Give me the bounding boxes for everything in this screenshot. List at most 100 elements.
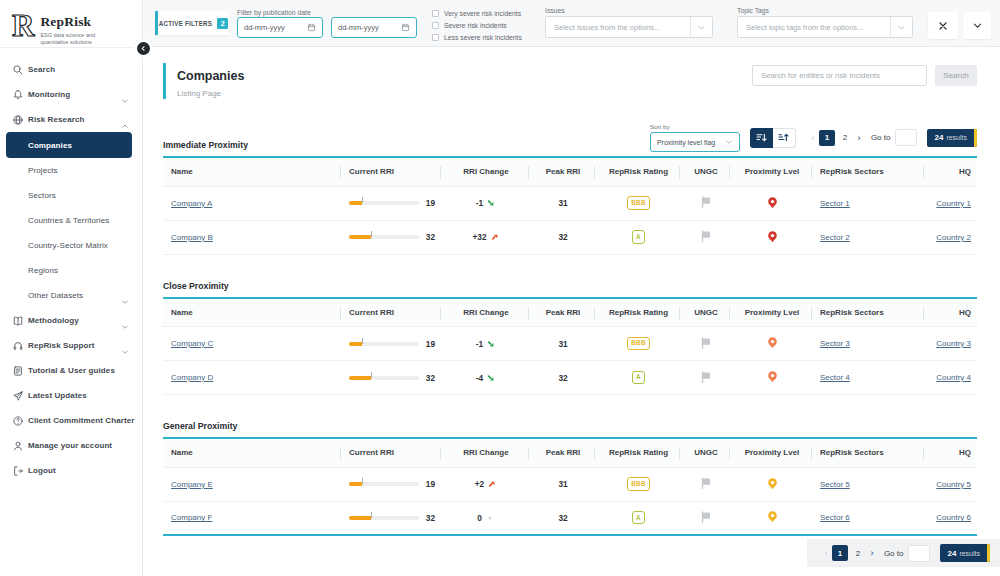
country-link[interactable]: Country 1 xyxy=(936,199,971,208)
col-name[interactable]: Name xyxy=(163,438,341,467)
collapse-filters-button[interactable] xyxy=(963,12,991,39)
sort-by-label: Sort by xyxy=(650,123,740,130)
country-link[interactable]: Country 2 xyxy=(936,233,971,242)
col-rri-change[interactable]: RRI Change xyxy=(441,298,529,327)
info-icon xyxy=(11,414,24,427)
next-page-button[interactable]: › xyxy=(867,548,877,558)
col-hq[interactable]: HQ xyxy=(924,298,977,327)
user-icon xyxy=(11,439,24,452)
severity-option-very-severe[interactable]: Very severe risk incidents xyxy=(432,8,522,19)
goto-page-input[interactable] xyxy=(908,545,930,562)
col-ungc[interactable]: UNGC xyxy=(680,438,730,467)
sidebar-item-search[interactable]: Search xyxy=(0,57,142,82)
col-current-rri[interactable]: Current RRI xyxy=(341,157,441,186)
col-hq[interactable]: HQ xyxy=(924,157,977,186)
ungc-flag-icon xyxy=(699,229,713,243)
page-1-button[interactable]: 1 xyxy=(832,545,848,561)
sidebar-item-methodology[interactable]: Methodology xyxy=(0,308,142,333)
clear-filters-button[interactable] xyxy=(928,12,958,39)
col-proximity-level[interactable]: Proximity Lvel xyxy=(730,298,812,327)
next-page-button[interactable]: › xyxy=(854,133,864,143)
issues-select[interactable]: Select issues from the options... xyxy=(545,16,713,38)
sidebar-item-other-datasets[interactable]: Other Datasets xyxy=(0,283,142,308)
sector-link[interactable]: Sector 4 xyxy=(820,373,850,382)
sidebar-item-risk-research[interactable]: Risk Research xyxy=(0,107,142,132)
page-2-button[interactable]: 2 xyxy=(837,130,853,146)
prev-page-button[interactable]: ‹ xyxy=(821,548,831,558)
rri-bar xyxy=(349,342,419,346)
col-peak-rri[interactable]: Peak RRI xyxy=(529,438,595,467)
col-reprisk-sectors[interactable]: RepRisk Sectors xyxy=(812,298,924,327)
col-ungc[interactable]: UNGC xyxy=(680,298,730,327)
table-row: Company F 32 0 32 A Sector 6 Country 6 xyxy=(163,501,977,535)
sidebar-item-latest-updates[interactable]: Latest Updates xyxy=(0,383,142,408)
sidebar-item-projects[interactable]: Projects xyxy=(0,158,142,183)
company-link[interactable]: Company E xyxy=(171,480,213,489)
country-link[interactable]: Country 4 xyxy=(936,373,971,382)
col-current-rri[interactable]: Current RRI xyxy=(341,298,441,327)
company-link[interactable]: Company C xyxy=(171,339,213,348)
sector-link[interactable]: Sector 2 xyxy=(820,233,850,242)
col-rri-change[interactable]: RRI Change xyxy=(441,157,529,186)
col-reprisk-sectors[interactable]: RepRisk Sectors xyxy=(812,157,924,186)
entity-search-input[interactable]: Search for entities or risk incidents xyxy=(752,65,927,86)
date-to-input[interactable]: dd-mm-yyyy xyxy=(331,17,417,38)
checkbox xyxy=(432,10,439,17)
goto-page-input[interactable] xyxy=(895,129,917,146)
sidebar-item-logout[interactable]: Logout xyxy=(0,458,142,483)
col-proximity-level[interactable]: Proximity Lvel xyxy=(730,438,812,467)
company-link[interactable]: Company F xyxy=(171,513,212,522)
sector-link[interactable]: Sector 3 xyxy=(820,339,850,348)
sector-link[interactable]: Sector 6 xyxy=(820,513,850,522)
sidebar-item-monitoring[interactable]: Monitoring xyxy=(0,82,142,107)
col-rri-change[interactable]: RRI Change xyxy=(441,438,529,467)
close-proximity-table: Name Current RRI RRI Change Peak RRI Rep… xyxy=(163,297,977,396)
sidebar-item-manage-account[interactable]: Manage your account xyxy=(0,433,142,458)
severity-option-less-severe[interactable]: Less severe risk incidents xyxy=(432,32,522,43)
date-from-input[interactable]: dd-mm-yyyy xyxy=(237,17,323,38)
rri-bar xyxy=(349,516,419,520)
sidebar-item-tutorial-user-guides[interactable]: Tutorial & User guides xyxy=(0,358,142,383)
search-button[interactable]: Search xyxy=(935,65,977,86)
prev-page-button[interactable]: ‹ xyxy=(808,133,818,143)
country-link[interactable]: Country 6 xyxy=(936,513,971,522)
company-link[interactable]: Company B xyxy=(171,233,213,242)
sidebar-item-client-commitment-charter[interactable]: Client Commitment Charter xyxy=(0,408,142,433)
active-filters-indicator[interactable]: ACTIVE FILTERS 2 xyxy=(155,11,229,35)
col-reprisk-sectors[interactable]: RepRisk Sectors xyxy=(812,438,924,467)
col-current-rri[interactable]: Current RRI xyxy=(341,438,441,467)
sort-ascending-button[interactable] xyxy=(773,128,796,148)
sort-by-select[interactable]: Proximity level flag xyxy=(650,132,740,152)
topic-tags-select[interactable]: Select topic tags from the options... xyxy=(737,16,913,38)
sidebar-item-sectors[interactable]: Sectors xyxy=(0,183,142,208)
col-ungc[interactable]: UNGC xyxy=(680,157,730,186)
sidebar-item-country-sector-matrix[interactable]: Country-Sector Matrix xyxy=(0,233,142,258)
sector-link[interactable]: Sector 5 xyxy=(820,480,850,489)
col-hq[interactable]: HQ xyxy=(924,438,977,467)
sort-descending-button[interactable] xyxy=(750,128,773,148)
sidebar-item-companies[interactable]: Companies xyxy=(6,132,132,158)
company-link[interactable]: Company A xyxy=(171,199,212,208)
sidebar-collapse-button[interactable] xyxy=(134,39,152,57)
country-link[interactable]: Country 3 xyxy=(936,339,971,348)
col-peak-rri[interactable]: Peak RRI xyxy=(529,157,595,186)
col-name[interactable]: Name xyxy=(163,298,341,327)
col-reprisk-rating[interactable]: RepRisk Rating xyxy=(595,438,680,467)
country-link[interactable]: Country 5 xyxy=(936,480,971,489)
page-2-button[interactable]: 2 xyxy=(850,545,866,561)
page-1-button[interactable]: 1 xyxy=(819,130,835,146)
col-reprisk-rating[interactable]: RepRisk Rating xyxy=(595,157,680,186)
calendar-icon xyxy=(401,23,410,32)
sidebar-item-reprisk-support[interactable]: RepRisk Support xyxy=(0,333,142,358)
sidebar-item-regions[interactable]: Regions xyxy=(0,258,142,283)
sector-link[interactable]: Sector 1 xyxy=(820,199,850,208)
reprisk-logo[interactable]: R RepRisk ESG data science andquantitati… xyxy=(0,0,142,46)
col-reprisk-rating[interactable]: RepRisk Rating xyxy=(595,298,680,327)
col-peak-rri[interactable]: Peak RRI xyxy=(529,298,595,327)
pagination-top: ‹ 1 2 › Go to 24 results xyxy=(808,129,977,147)
col-name[interactable]: Name xyxy=(163,157,341,186)
company-link[interactable]: Company D xyxy=(171,373,213,382)
severity-option-severe[interactable]: Severe risk incidents xyxy=(432,20,522,31)
sidebar-item-countries-territories[interactable]: Countries & Territories xyxy=(0,208,142,233)
col-proximity-level[interactable]: Proximity Lvel xyxy=(730,157,812,186)
